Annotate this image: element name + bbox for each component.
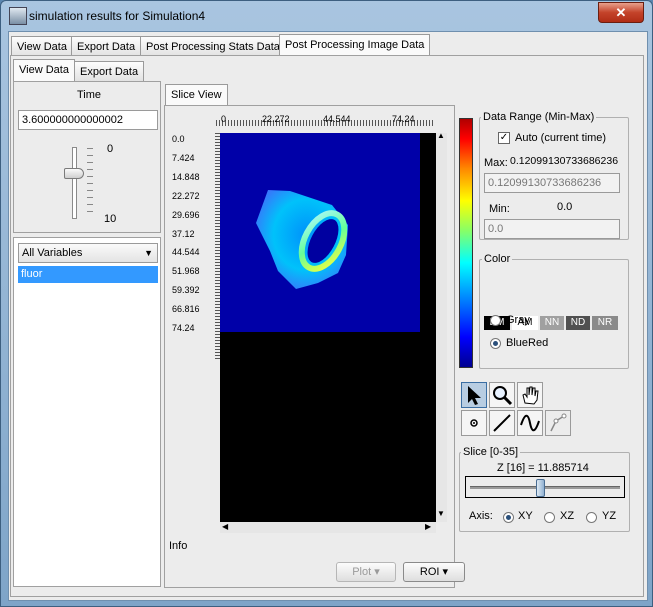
curve-icon bbox=[520, 414, 540, 432]
axis-yz-radio[interactable] bbox=[586, 512, 597, 523]
plot-button[interactable]: Plot ▾ bbox=[336, 562, 396, 582]
point-tool-button[interactable] bbox=[461, 410, 487, 436]
client-area: View Data Export Data Post Processing St… bbox=[8, 31, 648, 601]
point-icon bbox=[470, 419, 478, 427]
variables-dropdown[interactable]: All Variables ▼ bbox=[18, 243, 158, 263]
scroll-down-icon[interactable]: ▼ bbox=[437, 509, 445, 518]
zoom-tool-button[interactable] bbox=[489, 382, 515, 408]
min-label: Min: bbox=[489, 203, 510, 215]
min-field[interactable]: 0.0 bbox=[484, 219, 620, 239]
slice-slider-track bbox=[470, 486, 620, 489]
y-tick-label: 74.24 bbox=[172, 323, 195, 333]
color-group bbox=[479, 259, 629, 369]
tab-view-data[interactable]: View Data bbox=[11, 36, 73, 56]
arrow-pointer-icon bbox=[468, 386, 481, 405]
gray-label: Gray bbox=[506, 314, 530, 326]
line-tool-button[interactable] bbox=[489, 410, 515, 436]
polyline-icon bbox=[550, 413, 567, 432]
title-bar[interactable]: simulation results for Simulation4 ✕ bbox=[1, 1, 652, 31]
axis-label: Axis: bbox=[469, 510, 493, 522]
y-tick-label: 59.392 bbox=[172, 285, 200, 296]
slice-slider[interactable] bbox=[465, 476, 625, 498]
auto-label: Auto (current time) bbox=[515, 132, 607, 144]
axis-xy-label: XY bbox=[518, 510, 533, 522]
slice-image bbox=[220, 133, 420, 332]
time-slider-track[interactable] bbox=[72, 147, 77, 219]
info-label: Info bbox=[169, 540, 188, 552]
x-tick-label: 22.272 bbox=[262, 114, 290, 124]
select-tool-button[interactable] bbox=[461, 382, 487, 408]
magnifier-icon bbox=[493, 386, 513, 406]
subtab-export-data[interactable]: Export Data bbox=[74, 61, 145, 81]
time-slider-thumb[interactable] bbox=[64, 168, 84, 180]
y-tick-label: 14.848 bbox=[172, 171, 200, 182]
time-slider-ticks bbox=[87, 148, 93, 216]
slice-slider-thumb[interactable] bbox=[535, 479, 545, 497]
chevron-down-icon: ▼ bbox=[144, 248, 153, 258]
colormap-nd-button[interactable]: ND bbox=[566, 316, 590, 330]
colormap-nn-button[interactable]: NN bbox=[540, 316, 564, 330]
y-tick-label: 29.696 bbox=[172, 209, 200, 220]
axis-xz-label: XZ bbox=[560, 510, 575, 522]
curve-tool-button[interactable] bbox=[517, 410, 543, 436]
y-tick-label: 0.0 bbox=[172, 134, 185, 144]
gray-radio[interactable] bbox=[490, 315, 501, 326]
min-value: 0.0 bbox=[557, 201, 573, 213]
colormap-nr-button[interactable]: NR bbox=[592, 316, 618, 330]
data-range-title: Data Range (Min-Max) bbox=[481, 111, 597, 123]
max-label: Max: bbox=[484, 157, 508, 169]
vertical-scrollbar[interactable]: ▲ ▼ bbox=[436, 131, 447, 522]
main-window: simulation results for Simulation4 ✕ Vie… bbox=[0, 0, 653, 607]
app-icon bbox=[9, 7, 27, 25]
y-tick-label: 44.544 bbox=[172, 247, 200, 258]
tab-export-data[interactable]: Export Data bbox=[71, 36, 142, 56]
y-tick-label: 37.12 bbox=[172, 228, 195, 239]
bluered-label: BlueRed bbox=[506, 337, 549, 349]
line-icon bbox=[493, 414, 511, 432]
color-title: Color bbox=[482, 253, 513, 265]
window-title: simulation results for Simulation4 bbox=[29, 9, 206, 23]
close-button[interactable]: ✕ bbox=[598, 2, 644, 23]
bluered-radio[interactable] bbox=[490, 338, 501, 349]
slice-image-canvas[interactable] bbox=[220, 133, 436, 522]
axis-yz-label: YZ bbox=[602, 510, 617, 522]
x-tick-label: 44.544 bbox=[323, 114, 351, 124]
colorbar bbox=[459, 118, 473, 368]
scroll-left-icon[interactable]: ◀ bbox=[222, 522, 228, 531]
variables-panel bbox=[13, 237, 161, 587]
tab-slice-view[interactable]: Slice View bbox=[165, 84, 228, 106]
slice-title: Slice [0-35] bbox=[461, 446, 521, 458]
roi-button[interactable]: ROI ▾ bbox=[403, 562, 465, 582]
pan-tool-button[interactable] bbox=[517, 382, 543, 408]
tab-post-processing-image[interactable]: Post Processing Image Data bbox=[279, 34, 431, 56]
x-tick-label: 74.24 bbox=[392, 114, 415, 124]
y-tick-label: 22.272 bbox=[172, 190, 200, 201]
auto-checkbox[interactable]: ✓ bbox=[498, 132, 510, 144]
variable-list-item[interactable]: fluor bbox=[18, 266, 158, 283]
axis-xy-radio[interactable] bbox=[503, 512, 514, 523]
hand-icon bbox=[522, 386, 539, 405]
variables-dropdown-value: All Variables bbox=[22, 247, 83, 259]
y-tick-label: 51.968 bbox=[172, 266, 200, 277]
slice-z-label: Z [16] = 11.885714 bbox=[497, 462, 589, 474]
max-value: 0.12099130733686236 bbox=[510, 155, 619, 167]
axis-xz-radio[interactable] bbox=[544, 512, 555, 523]
max-field[interactable]: 0.12099130733686236 bbox=[484, 173, 620, 193]
time-label: Time bbox=[77, 89, 102, 101]
time-value-field[interactable]: 3.600000000000002 bbox=[18, 110, 158, 130]
time-slider-min-label: 0 bbox=[107, 143, 114, 155]
polyline-tool-button[interactable] bbox=[545, 410, 571, 436]
tab-post-processing-stats[interactable]: Post Processing Stats Data bbox=[140, 36, 286, 56]
x-tick-label: 0 bbox=[221, 114, 227, 124]
subtab-view-data[interactable]: View Data bbox=[13, 59, 75, 81]
scroll-right-icon[interactable]: ▶ bbox=[425, 522, 431, 531]
scroll-up-icon[interactable]: ▲ bbox=[437, 131, 445, 140]
y-tick-label: 7.424 bbox=[172, 152, 195, 163]
horizontal-scrollbar[interactable]: ◀ ▶ bbox=[220, 522, 436, 533]
time-slider-max-label: 10 bbox=[104, 213, 117, 225]
y-tick-label: 66.816 bbox=[172, 304, 200, 315]
